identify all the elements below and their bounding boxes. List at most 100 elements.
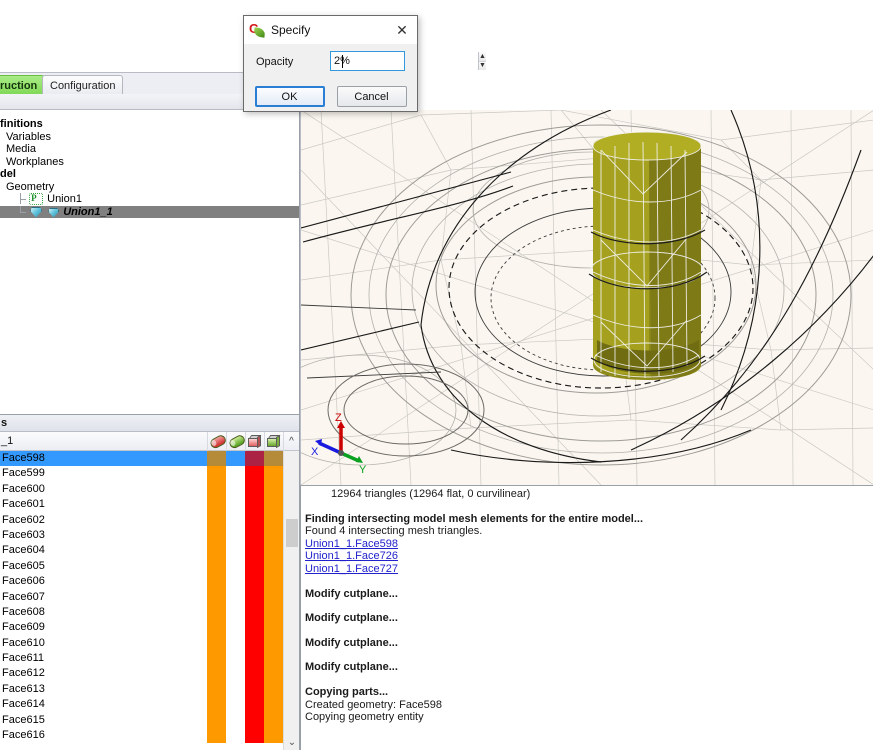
tree-item-media[interactable]: Media <box>0 143 299 156</box>
cancel-button[interactable]: Cancel <box>336 86 407 107</box>
face-list-row[interactable]: Face607 <box>0 589 299 605</box>
face-property-cell-2[interactable] <box>226 620 245 635</box>
face-property-cell-3[interactable] <box>245 574 264 590</box>
face-property-cell-3[interactable] <box>245 635 264 652</box>
face-property-cell-2[interactable] <box>226 559 245 574</box>
face-property-cell-2[interactable] <box>226 697 245 712</box>
tree-item-variables[interactable]: Variables <box>0 131 299 144</box>
face-property-cell-4[interactable] <box>264 589 283 605</box>
face-property-cell-4[interactable] <box>264 620 283 636</box>
face-property-cell-4[interactable] <box>264 481 283 498</box>
face-property-cell-4[interactable] <box>264 558 283 575</box>
face-property-cell-4[interactable] <box>264 712 283 729</box>
face-property-cell-1[interactable] <box>207 620 226 636</box>
face-property-cell-1[interactable] <box>207 497 226 513</box>
face-property-cell-2[interactable] <box>226 497 245 512</box>
face-list-row[interactable]: Face606 <box>0 574 299 590</box>
face-list-row[interactable]: Face601 <box>0 497 299 513</box>
faces-list[interactable]: Face598 Face599 Face600 Face601 Face602 Face6… <box>0 451 299 750</box>
faces-panel[interactable]: s _1 ^ Face598 Face599 Face600 Face601 Face6… <box>0 415 300 750</box>
face-property-cell-4[interactable] <box>264 666 283 682</box>
face-property-cell-2[interactable] <box>226 590 245 605</box>
log-entity-link[interactable]: Union1_1.Face598 <box>305 538 873 551</box>
face-property-cell-2[interactable] <box>226 466 245 481</box>
solid-green-cube-icon[interactable] <box>264 431 283 451</box>
face-property-cell-4[interactable] <box>264 651 283 667</box>
face-property-cell-3[interactable] <box>245 543 264 559</box>
face-property-cell-2[interactable] <box>226 513 245 528</box>
face-property-cell-2[interactable] <box>226 543 245 558</box>
face-list-row[interactable]: Face603 <box>0 527 299 544</box>
face-property-cell-1[interactable] <box>207 697 226 713</box>
chevron-up-icon[interactable]: ^ <box>283 431 299 451</box>
face-property-cell-4[interactable] <box>264 635 283 652</box>
face-list-row[interactable]: Face604 <box>0 543 299 559</box>
face-list-row[interactable]: Face610 <box>0 635 299 652</box>
face-property-cell-3[interactable] <box>245 481 264 498</box>
tree-item-geometry[interactable]: Geometry <box>0 181 299 194</box>
face-property-cell-3[interactable] <box>245 728 264 744</box>
face-list-row[interactable]: Face613 <box>0 681 299 698</box>
face-property-cell-1[interactable] <box>207 574 226 590</box>
face-list-row[interactable]: Face614 <box>0 697 299 713</box>
tree-item-union1[interactable]: Union1 <box>0 192 299 206</box>
tree-item-definitions[interactable]: finitions <box>0 118 299 131</box>
tab-construction[interactable]: ruction <box>0 75 46 95</box>
face-property-cell-3[interactable] <box>245 651 264 667</box>
face-property-cell-1[interactable] <box>207 635 226 652</box>
face-property-cell-1[interactable] <box>207 728 226 744</box>
face-property-cell-1[interactable] <box>207 466 226 482</box>
face-property-cell-2[interactable] <box>226 451 245 466</box>
face-property-cell-2[interactable] <box>226 728 245 743</box>
opacity-stepper[interactable]: ▲ ▼ <box>330 51 486 71</box>
face-property-cell-1[interactable] <box>207 681 226 698</box>
chevron-down-icon[interactable]: ⌄ <box>284 734 299 750</box>
tree-item-workplanes[interactable]: Workplanes <box>0 156 299 169</box>
face-property-cell-3[interactable] <box>245 666 264 682</box>
specify-dialog[interactable]: C Specify ✕ Opacity ▲ ▼ OK Cancel <box>243 15 486 112</box>
transparency-red-icon[interactable] <box>207 431 226 451</box>
tab-configuration[interactable]: Configuration <box>42 75 124 95</box>
face-list-row[interactable]: Face600 <box>0 481 299 498</box>
face-list-row[interactable]: Face615 <box>0 712 299 729</box>
3d-viewport[interactable]: Z X Y <box>300 110 873 485</box>
face-property-cell-3[interactable] <box>245 589 264 605</box>
log-entity-link[interactable]: Union1_1.Face727 <box>305 563 873 576</box>
face-property-cell-2[interactable] <box>226 651 245 666</box>
solid-red-cube-icon[interactable] <box>245 431 264 451</box>
face-property-cell-3[interactable] <box>245 451 264 467</box>
face-property-cell-2[interactable] <box>226 605 245 620</box>
face-list-row[interactable]: Face608 <box>0 604 299 621</box>
face-property-cell-4[interactable] <box>264 681 283 698</box>
face-list-row[interactable]: Face605 <box>0 558 299 575</box>
face-list-row[interactable]: Face602 <box>0 512 299 528</box>
face-property-cell-2[interactable] <box>226 482 245 497</box>
face-property-cell-4[interactable] <box>264 451 283 467</box>
face-property-cell-4[interactable] <box>264 466 283 482</box>
face-property-cell-4[interactable] <box>264 574 283 590</box>
face-list-row[interactable]: Face609 <box>0 620 299 636</box>
face-property-cell-3[interactable] <box>245 466 264 482</box>
scrollbar-thumb[interactable] <box>286 519 298 547</box>
tree-item-model[interactable]: del <box>0 168 299 181</box>
faces-vertical-scrollbar[interactable]: ⌄ <box>283 451 299 750</box>
face-property-cell-4[interactable] <box>264 497 283 513</box>
close-icon[interactable]: ✕ <box>387 16 417 44</box>
face-property-cell-3[interactable] <box>245 681 264 698</box>
face-property-cell-1[interactable] <box>207 712 226 729</box>
face-property-cell-3[interactable] <box>245 497 264 513</box>
face-property-cell-1[interactable] <box>207 604 226 621</box>
face-list-row[interactable]: Face612 <box>0 666 299 682</box>
log-entity-link[interactable]: Union1_1.Face726 <box>305 550 873 563</box>
face-list-row[interactable]: Face599 <box>0 466 299 482</box>
face-property-cell-4[interactable] <box>264 728 283 744</box>
face-property-cell-1[interactable] <box>207 481 226 498</box>
spin-up-button[interactable]: ▲ <box>479 52 486 61</box>
face-property-cell-2[interactable] <box>226 636 245 651</box>
face-property-cell-4[interactable] <box>264 527 283 544</box>
spinner-buttons[interactable]: ▲ ▼ <box>478 52 486 70</box>
spin-down-button[interactable]: ▼ <box>479 60 486 70</box>
model-tree-panel[interactable]: finitions Variables Media Workplanes del… <box>0 110 300 415</box>
face-property-cell-4[interactable] <box>264 512 283 528</box>
transparency-green-icon[interactable] <box>226 431 245 451</box>
